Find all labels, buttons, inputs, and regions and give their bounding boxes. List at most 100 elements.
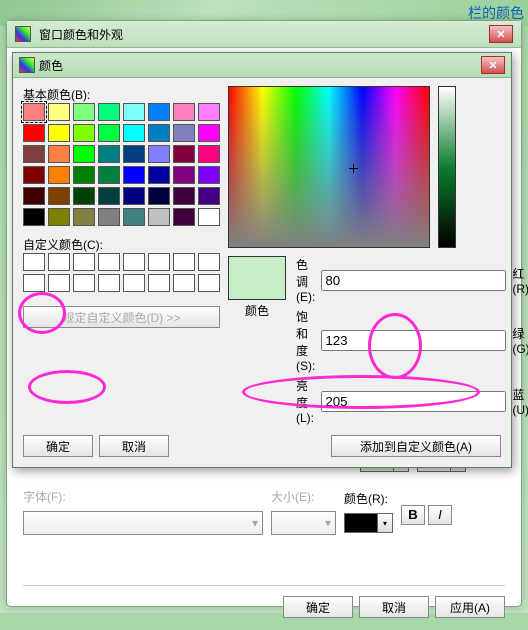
- basic-color-swatch[interactable]: [173, 166, 195, 184]
- custom-color-swatch[interactable]: [123, 274, 145, 292]
- basic-color-swatch[interactable]: [98, 145, 120, 163]
- custom-color-swatch[interactable]: [198, 253, 220, 271]
- basic-color-swatch[interactable]: [148, 103, 170, 121]
- luminance-slider[interactable]: [438, 86, 456, 248]
- basic-color-swatch[interactable]: [48, 166, 70, 184]
- basic-color-swatch[interactable]: [148, 208, 170, 226]
- color-r-swatch[interactable]: [344, 513, 378, 533]
- bold-button[interactable]: B: [401, 505, 425, 525]
- basic-color-swatch[interactable]: [73, 145, 95, 163]
- hue-input[interactable]: [321, 270, 506, 291]
- basic-color-swatch[interactable]: [173, 208, 195, 226]
- dialog-title: 颜色: [39, 57, 63, 74]
- size-e-dropdown: ▾: [271, 511, 336, 535]
- basic-color-swatch[interactable]: [48, 208, 70, 226]
- basic-color-swatch[interactable]: [148, 145, 170, 163]
- custom-color-swatch[interactable]: [48, 274, 70, 292]
- parent-ok-button[interactable]: 确定: [283, 596, 353, 618]
- ok-button[interactable]: 确定: [23, 435, 93, 457]
- close-icon[interactable]: ✕: [489, 25, 513, 43]
- basic-color-swatch[interactable]: [198, 103, 220, 121]
- basic-color-swatch[interactable]: [23, 145, 45, 163]
- basic-color-swatch[interactable]: [73, 187, 95, 205]
- basic-color-swatch[interactable]: [48, 187, 70, 205]
- sat-input[interactable]: [321, 330, 506, 351]
- basic-color-swatch[interactable]: [23, 187, 45, 205]
- hue-label: 色调(E):: [296, 256, 315, 304]
- custom-color-swatch[interactable]: [123, 253, 145, 271]
- custom-color-swatch[interactable]: [48, 253, 70, 271]
- basic-color-swatch[interactable]: [173, 145, 195, 163]
- basic-color-swatch[interactable]: [148, 124, 170, 142]
- basic-color-swatch[interactable]: [123, 166, 145, 184]
- basic-color-swatch[interactable]: [173, 187, 195, 205]
- add-custom-button[interactable]: 添加到自定义颜色(A): [331, 435, 501, 457]
- lum-label: 亮度(L):: [296, 377, 315, 425]
- basic-color-swatch[interactable]: [173, 124, 195, 142]
- custom-color-swatch[interactable]: [23, 274, 45, 292]
- red-label: 红(R):: [512, 265, 528, 296]
- basic-color-swatch[interactable]: [23, 124, 45, 142]
- basic-color-swatch[interactable]: [148, 166, 170, 184]
- basic-color-swatch[interactable]: [98, 124, 120, 142]
- basic-color-swatch[interactable]: [23, 103, 45, 121]
- basic-color-swatch[interactable]: [48, 145, 70, 163]
- parent-apply-button[interactable]: 应用(A): [435, 596, 505, 618]
- custom-color-swatch[interactable]: [73, 253, 95, 271]
- parent-cancel-button[interactable]: 取消: [359, 596, 429, 618]
- custom-color-swatch[interactable]: [173, 274, 195, 292]
- sat-label: 饱和度(S):: [296, 308, 315, 373]
- basic-color-swatch[interactable]: [73, 124, 95, 142]
- basic-color-swatch[interactable]: [73, 208, 95, 226]
- custom-color-swatch[interactable]: [173, 253, 195, 271]
- basic-color-swatch[interactable]: [73, 166, 95, 184]
- basic-color-swatch[interactable]: [148, 187, 170, 205]
- custom-color-swatch[interactable]: [98, 253, 120, 271]
- custom-color-swatch[interactable]: [23, 253, 45, 271]
- basic-color-swatch[interactable]: [123, 145, 145, 163]
- basic-color-swatch[interactable]: [123, 103, 145, 121]
- basic-color-swatch[interactable]: [123, 208, 145, 226]
- basic-color-swatch[interactable]: [198, 187, 220, 205]
- green-label: 绿(G):: [512, 325, 528, 356]
- custom-color-swatch[interactable]: [198, 274, 220, 292]
- define-custom-button: 规定自定义颜色(D) >>: [23, 306, 220, 328]
- crosshair-icon: [349, 164, 358, 173]
- close-icon[interactable]: ✕: [481, 56, 505, 74]
- blue-label: 蓝(U):: [512, 386, 528, 417]
- basic-color-swatch[interactable]: [23, 166, 45, 184]
- palette-icon: [19, 57, 35, 73]
- custom-color-swatch[interactable]: [148, 253, 170, 271]
- basic-color-swatch[interactable]: [123, 187, 145, 205]
- basic-color-swatch[interactable]: [98, 166, 120, 184]
- basic-color-swatch[interactable]: [123, 124, 145, 142]
- basic-color-swatch[interactable]: [198, 145, 220, 163]
- custom-color-swatch[interactable]: [73, 274, 95, 292]
- basic-color-swatch[interactable]: [48, 124, 70, 142]
- lum-input[interactable]: [321, 391, 506, 412]
- basic-color-swatch[interactable]: [198, 124, 220, 142]
- cancel-button[interactable]: 取消: [99, 435, 169, 457]
- basic-color-swatch[interactable]: [198, 208, 220, 226]
- basic-color-swatch[interactable]: [98, 208, 120, 226]
- basic-colors-label: 基本颜色(B):: [23, 86, 220, 103]
- custom-color-swatch[interactable]: [98, 274, 120, 292]
- custom-color-grid: [23, 253, 220, 292]
- basic-color-swatch[interactable]: [98, 187, 120, 205]
- basic-color-swatch[interactable]: [198, 166, 220, 184]
- basic-color-swatch[interactable]: [23, 208, 45, 226]
- italic-button[interactable]: I: [428, 505, 452, 525]
- window-icon: [15, 26, 31, 42]
- basic-color-grid: [23, 103, 220, 226]
- color-preview: [228, 256, 286, 300]
- basic-color-swatch[interactable]: [98, 103, 120, 121]
- chevron-down-icon: ▾: [325, 516, 331, 530]
- custom-colors-label: 自定义颜色(C):: [23, 236, 220, 253]
- basic-color-swatch[interactable]: [173, 103, 195, 121]
- custom-color-swatch[interactable]: [148, 274, 170, 292]
- chevron-down-icon: ▾: [252, 516, 258, 530]
- color-spectrum[interactable]: [228, 86, 430, 248]
- color-r-arrow[interactable]: ▾: [378, 513, 393, 533]
- basic-color-swatch[interactable]: [73, 103, 95, 121]
- basic-color-swatch[interactable]: [48, 103, 70, 121]
